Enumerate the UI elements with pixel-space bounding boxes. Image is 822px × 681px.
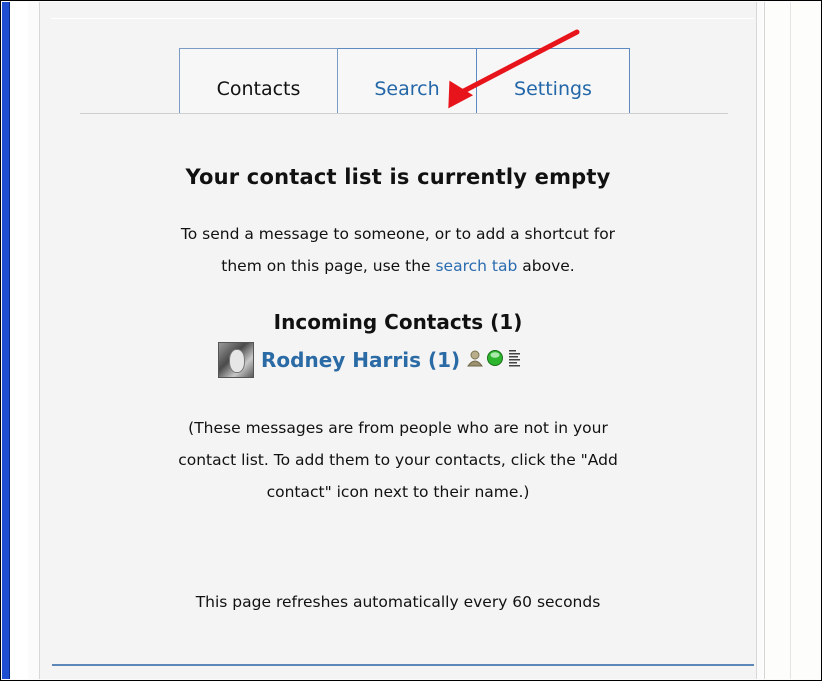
intro-paragraph: To send a message to someone, or to add …: [40, 218, 756, 282]
intro-line-2: them on this page, use the search tab ab…: [40, 250, 756, 282]
empty-list-heading: Your contact list is currently empty: [185, 165, 611, 189]
intro-text-before-link: them on this page, use the: [221, 257, 436, 275]
person-icon[interactable]: [466, 349, 484, 371]
search-tab-link[interactable]: search tab: [435, 257, 517, 275]
sidebar-gap: [10, 2, 28, 679]
avatar-face: [229, 349, 245, 373]
incoming-contacts-title: Incoming Contacts (1): [273, 310, 523, 334]
tab-underline: [80, 113, 728, 114]
online-status-icon: [486, 349, 504, 371]
note-line-1: (These messages are from people who are …: [188, 419, 608, 437]
incoming-contact-row: Rodney Harris (1): [218, 340, 522, 380]
panel-bottom-border: [52, 664, 754, 666]
panel-top-edge: [51, 18, 754, 19]
avatar[interactable]: [218, 342, 254, 378]
message-list-icon[interactable]: [508, 349, 522, 371]
left-sidebar-strip: [2, 2, 10, 679]
intro-line-1: To send a message to someone, or to add …: [180, 225, 616, 243]
incoming-note: (These messages are from people who are …: [40, 412, 756, 508]
refresh-notice: This page refreshes automatically every …: [195, 593, 601, 611]
intro-text-after-link: above.: [517, 257, 575, 275]
right-margin-area: [762, 2, 820, 679]
note-line-3: contact" icon next to their name.): [266, 483, 530, 501]
note-line-2: contact list. To add them to your contac…: [178, 451, 618, 469]
tab-contacts[interactable]: Contacts: [179, 48, 338, 114]
right-divider: [764, 2, 765, 679]
contact-name-link[interactable]: Rodney Harris (1): [261, 348, 460, 372]
annotation-arrow-icon: [448, 29, 580, 109]
right-divider-secondary: [790, 2, 791, 679]
